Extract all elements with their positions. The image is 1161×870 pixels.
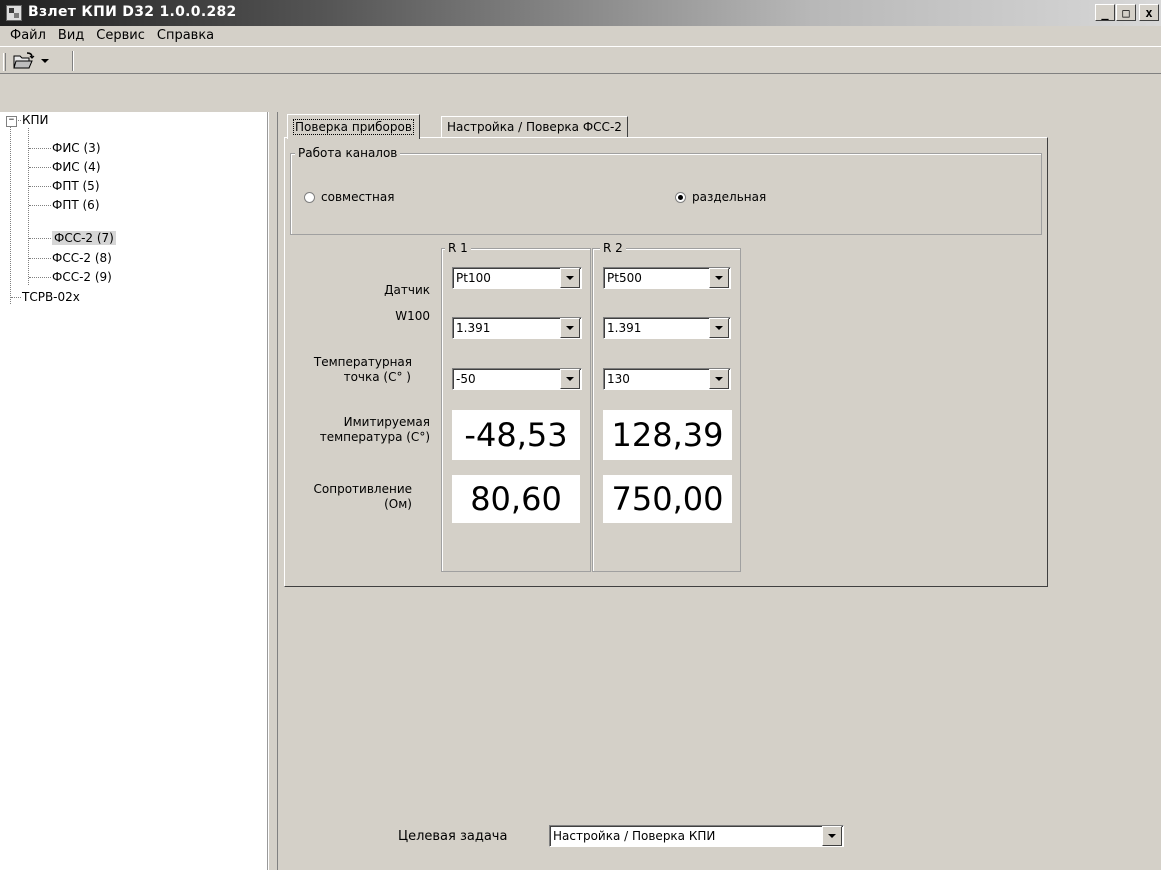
- tree-connector: [29, 277, 51, 278]
- tree-connector: [29, 148, 51, 149]
- tree-item-fis-4[interactable]: ФИС (4): [52, 159, 101, 175]
- r1-sensor-select[interactable]: Pt100: [452, 267, 582, 289]
- tree-connector: [29, 167, 51, 168]
- minimize-button[interactable]: _: [1095, 4, 1115, 21]
- r1-title: R 1: [445, 241, 471, 255]
- resistance-label: Сопротивление (Ом): [313, 482, 412, 511]
- chevron-down-icon[interactable]: [560, 369, 580, 389]
- tree-line: [28, 128, 29, 285]
- tree-item-fpt-6[interactable]: ФПТ (6): [52, 197, 100, 213]
- tree-item-fss2-8[interactable]: ФСС-2 (8): [52, 250, 112, 266]
- splitter[interactable]: [268, 112, 278, 870]
- tree-connector: [29, 238, 51, 239]
- w100-label: W100: [395, 309, 430, 323]
- tab-verification[interactable]: Поверка приборов: [287, 114, 420, 139]
- tree-item-fss2-7[interactable]: ФСС-2 (7): [52, 230, 116, 246]
- title-bar: Взлет КПИ D32 1.0.0.282 _ □ x: [0, 0, 1161, 26]
- tree-connector: [29, 258, 51, 259]
- menu-bar: Файл Вид Сервис Справка: [0, 26, 1161, 46]
- tree-item-kpi[interactable]: КПИ: [22, 112, 49, 128]
- r1-w100-select[interactable]: 1.391: [452, 317, 582, 339]
- menu-file[interactable]: Файл: [4, 26, 52, 46]
- r1-sim-temp-value: -48,53: [452, 410, 580, 460]
- tree-item-fis-3[interactable]: ФИС (3): [52, 140, 101, 156]
- target-task-label: Целевая задача: [398, 829, 508, 844]
- channels-groupbox: [290, 153, 1042, 235]
- app-icon: [6, 5, 22, 21]
- r2-temp-point-select[interactable]: 130: [603, 368, 731, 390]
- toolbar-separator: [72, 51, 74, 71]
- tree-expander-icon[interactable]: −: [6, 116, 17, 127]
- chevron-down-icon[interactable]: [41, 58, 49, 64]
- sim-temp-label: Имитируемая температура (С°): [319, 415, 430, 444]
- chevron-down-icon[interactable]: [560, 318, 580, 338]
- radio-separate-circle[interactable]: [675, 191, 686, 203]
- maximize-button[interactable]: □: [1116, 4, 1136, 21]
- tree-connector: [16, 120, 21, 121]
- tree-item-tsrv[interactable]: ТСРВ-02х: [22, 289, 80, 305]
- tree-item-fpt-5[interactable]: ФПТ (5): [52, 178, 100, 194]
- toolbar-grip: [3, 53, 6, 71]
- channels-title: Работа каналов: [295, 146, 401, 160]
- tree-connector: [29, 205, 51, 206]
- menu-view[interactable]: Вид: [52, 26, 90, 46]
- chevron-down-icon[interactable]: [822, 826, 842, 846]
- target-task-select[interactable]: Настройка / Поверка КПИ: [549, 825, 844, 847]
- tree-connector: [29, 186, 51, 187]
- chevron-down-icon[interactable]: [709, 318, 729, 338]
- tree-connector: [11, 297, 21, 298]
- chevron-down-icon[interactable]: [709, 268, 729, 288]
- radio-separate[interactable]: раздельная: [675, 190, 766, 204]
- menu-service[interactable]: Сервис: [90, 26, 151, 46]
- open-button[interactable]: [10, 51, 62, 71]
- r2-w100-select[interactable]: 1.391: [603, 317, 731, 339]
- r1-temp-point-select[interactable]: -50: [452, 368, 582, 390]
- temp-point-label: Температурная точка (С° ): [313, 355, 412, 384]
- toolbar: [0, 46, 1161, 74]
- r2-title: R 2: [600, 241, 626, 255]
- tree-line: [10, 126, 11, 304]
- open-folder-icon: [13, 52, 35, 69]
- radio-joint[interactable]: совместная: [304, 190, 394, 204]
- r1-resistance-value: 80,60: [452, 475, 580, 523]
- tree-item-fss2-9[interactable]: ФСС-2 (9): [52, 269, 112, 285]
- chevron-down-icon[interactable]: [709, 369, 729, 389]
- sensor-label: Датчик: [384, 283, 430, 297]
- device-tree: [0, 112, 268, 870]
- radio-joint-circle[interactable]: [304, 191, 315, 203]
- menu-help[interactable]: Справка: [151, 26, 220, 46]
- r2-sensor-select[interactable]: Pt500: [603, 267, 731, 289]
- r2-sim-temp-value: 128,39: [603, 410, 732, 460]
- close-button[interactable]: x: [1139, 4, 1159, 21]
- chevron-down-icon[interactable]: [560, 268, 580, 288]
- window-title: Взлет КПИ D32 1.0.0.282: [28, 4, 237, 20]
- tab-fss2-setup[interactable]: Настройка / Поверка ФСС-2: [441, 116, 628, 138]
- r2-resistance-value: 750,00: [603, 475, 732, 523]
